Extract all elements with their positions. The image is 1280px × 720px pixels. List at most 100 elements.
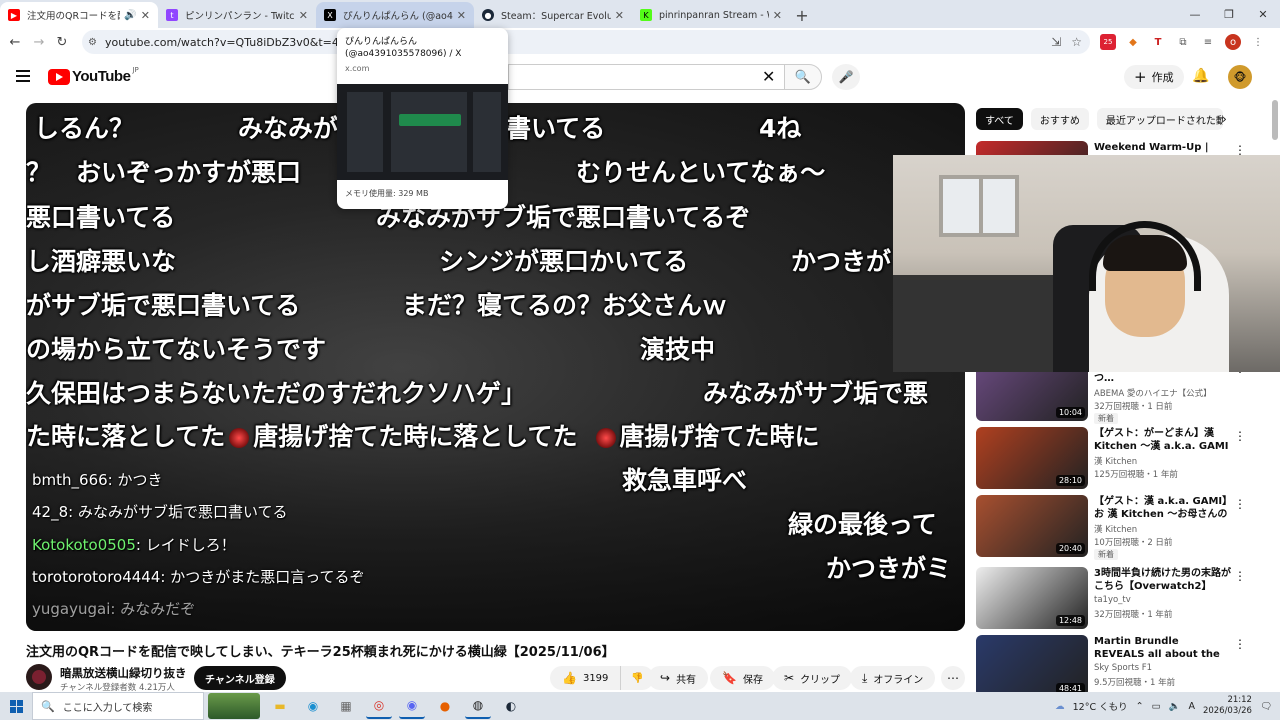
youtube-icon: ▶ — [8, 9, 20, 21]
chip-recommended[interactable]: おすすめ — [1030, 108, 1089, 130]
recommendation-item[interactable]: 48:41 Martin Brundle REVEALS all about th… — [976, 635, 1256, 699]
account-avatar[interactable]: 🐵 — [1228, 65, 1252, 89]
clip-label: クリップ — [800, 674, 841, 686]
notifications-icon[interactable]: 🗨 — [1260, 701, 1272, 712]
discord-icon[interactable]: ◉ — [399, 693, 425, 719]
clear-search-icon[interactable]: ✕ — [762, 67, 775, 86]
logo-text: YouTube — [72, 68, 131, 85]
recommendation-title[interactable]: 【ゲスト：がーどまん】漢 Kitchen ～漢 a.k.a. GAMI の料… — [1094, 427, 1232, 453]
tab-x[interactable]: X ぴんりんぱんらん (@ao4391035578096) ✕ — [316, 2, 474, 28]
recommendation-channel[interactable]: 漢 Kitchen — [1094, 523, 1137, 535]
profile-avatar[interactable]: o — [1225, 34, 1241, 50]
chevron-right-icon[interactable]: › — [1222, 112, 1227, 126]
steam-icon[interactable]: ◐ — [498, 693, 524, 719]
menu-hamburger-icon[interactable] — [16, 70, 30, 82]
recommendation-channel[interactable]: 漢 Kitchen — [1094, 455, 1137, 467]
more-options-icon[interactable]: ⋮ — [1234, 429, 1246, 443]
edge-icon[interactable]: ◉ — [300, 693, 326, 719]
recommendation-item[interactable]: 20:40 【ゲスト：漢 a.k.a. GAMI】お 漢 Kitchen ～お母さ… — [976, 495, 1256, 560]
speaker-icon[interactable]: 🔊 — [124, 10, 136, 21]
close-tab-icon[interactable]: ✕ — [457, 9, 466, 22]
bookmark-star-icon[interactable]: ☆ — [1071, 35, 1082, 49]
recommendation-title[interactable]: 3時間半負け続けた男の末路が こちら【Overwatch2】 — [1094, 567, 1232, 593]
recommendation-title[interactable]: Martin Brundle REVEALS all about the gri… — [1094, 635, 1232, 661]
install-icon[interactable]: ⇲ — [1051, 35, 1061, 49]
chip-all[interactable]: すべて — [976, 108, 1023, 130]
video-thumbnail[interactable]: 28:10 — [976, 427, 1088, 489]
create-button[interactable]: + 作成 — [1124, 65, 1184, 89]
forward-icon[interactable]: → — [27, 35, 51, 50]
extension-icon[interactable]: 25 — [1100, 34, 1116, 50]
metamask-icon[interactable]: ◆ — [1125, 34, 1141, 50]
close-tab-icon[interactable]: ✕ — [773, 9, 782, 22]
channel-name[interactable]: 暗黒放送横山緑切り抜き — [60, 665, 187, 681]
tp-extension-icon[interactable]: T — [1150, 34, 1166, 50]
more-actions-icon[interactable]: ⋯ — [941, 666, 965, 690]
close-tab-icon[interactable]: ✕ — [299, 9, 308, 22]
save-button[interactable]: 🔖 保存 — [710, 666, 775, 690]
file-explorer-icon[interactable]: ▬ — [267, 693, 293, 719]
more-options-icon[interactable]: ⋮ — [1234, 637, 1246, 651]
tab-youtube[interactable]: ▶ 注文用のQRコードを配信で映してしまい、テキーラ25杯頼まれ死にかける横山緑… — [0, 2, 158, 28]
chrome-icon[interactable]: ◎ — [366, 693, 392, 719]
video-thumbnail[interactable]: 20:40 — [976, 495, 1088, 557]
obs-icon[interactable]: ◍ — [465, 693, 491, 719]
puzzle-icon[interactable]: ⧉ — [1175, 34, 1191, 50]
danmaku-comment: みなみがサブ垢で悪 — [703, 379, 929, 408]
like-button[interactable]: 👍 3199 — [550, 666, 622, 690]
search-button[interactable]: 🔍 — [784, 64, 822, 90]
recommendation-channel[interactable]: Sky Sports F1 — [1094, 663, 1152, 673]
clock[interactable]: 21:12 2026/03/26 — [1203, 695, 1252, 717]
calculator-icon[interactable]: ▦ — [333, 693, 359, 719]
volume-icon[interactable]: 🔈 — [1169, 701, 1181, 712]
more-options-icon[interactable]: ⋮ — [1234, 497, 1246, 511]
more-options-icon[interactable]: ⋮ — [1234, 569, 1246, 583]
recommendation-channel[interactable]: ta1yo_tv — [1094, 595, 1131, 605]
restore-icon[interactable]: ❐ — [1212, 0, 1246, 28]
subscribe-button[interactable]: チャンネル登録 — [194, 666, 286, 690]
notifications-bell-icon[interactable]: 🔔 — [1192, 68, 1209, 84]
danmaku-comment: むりせんといてなぁ～ — [576, 158, 826, 187]
video-thumbnail[interactable]: 48:41 — [976, 635, 1088, 697]
recommendation-item[interactable]: 28:10 【ゲスト：がーどまん】漢 Kitchen ～漢 a.k.a. GAMI… — [976, 427, 1256, 491]
menu-kebab-icon[interactable]: ⋮ — [1250, 34, 1266, 50]
video-thumbnail[interactable]: 12:48 — [976, 567, 1088, 629]
share-button[interactable]: ↪ 共有 — [648, 666, 709, 690]
recommendation-title[interactable]: 【ゲスト：漢 a.k.a. GAMI】お 漢 Kitchen ～お母さんの料理番… — [1094, 495, 1232, 521]
tab-steam[interactable]: ● Steam：Supercar Evolution 2026 ✕ — [474, 2, 632, 28]
tray-chevron-icon[interactable]: ⌃ — [1136, 701, 1144, 712]
close-tab-icon[interactable]: ✕ — [615, 9, 624, 22]
ime-indicator[interactable]: A — [1188, 701, 1195, 712]
close-tab-icon[interactable]: ✕ — [141, 9, 150, 22]
network-icon[interactable]: ▭ — [1152, 701, 1161, 712]
tab-title: 注文用のQRコードを配信で映してしまい、テキーラ25杯頼まれ死にかける横山緑 — [27, 11, 120, 22]
forest-widget-icon[interactable] — [208, 693, 260, 719]
firefox-icon[interactable]: ● — [432, 693, 458, 719]
site-info-icon[interactable]: ⚙ — [88, 37, 97, 48]
minimize-icon[interactable]: — — [1178, 0, 1212, 28]
back-icon[interactable]: ← — [3, 35, 27, 50]
tab-twitch[interactable]: t ピンリンパンラン - Twitch ✕ — [158, 2, 316, 28]
chip-recently-uploaded[interactable]: 最近アップロードされた動画 — [1096, 108, 1223, 130]
tab-kick[interactable]: K pinrinpanran Stream - Watch Live ✕ — [632, 2, 790, 28]
close-window-icon[interactable]: ✕ — [1246, 0, 1280, 28]
start-button[interactable] — [0, 692, 32, 720]
reading-list-icon[interactable]: ≡ — [1200, 34, 1216, 50]
new-tab-button[interactable]: + — [790, 2, 814, 28]
youtube-logo[interactable]: YouTube JP — [48, 66, 139, 85]
chat-username: bmth_666 — [32, 471, 108, 489]
voice-search-button[interactable]: 🎤 — [832, 64, 860, 90]
twitch-icon: t — [166, 9, 178, 21]
reload-icon[interactable]: ↻ — [50, 35, 74, 50]
recommendation-channel[interactable]: ABEMA 愛のハイエナ【公式】 — [1094, 387, 1212, 399]
taskbar-search-input[interactable]: 🔍 ここに入力して検索 — [32, 692, 204, 720]
weather-text[interactable]: 12°C くもり — [1073, 699, 1128, 713]
recommendation-item[interactable]: 12:48 3時間半負け続けた男の末路が こちら【Overwatch2】 ta1yo… — [976, 567, 1256, 631]
clip-button[interactable]: ✂ クリップ — [772, 666, 853, 690]
offline-download-button[interactable]: ⤓ オフライン — [850, 666, 936, 690]
red-light-icon — [229, 428, 250, 448]
address-bar[interactable]: ⚙ youtube.com/watch?v=QTu8iDbZ3v0&t=481s… — [82, 30, 1090, 54]
search-input[interactable] — [508, 64, 784, 90]
weather-cloud-icon[interactable]: ☁ — [1055, 701, 1065, 712]
channel-avatar[interactable] — [26, 664, 52, 690]
